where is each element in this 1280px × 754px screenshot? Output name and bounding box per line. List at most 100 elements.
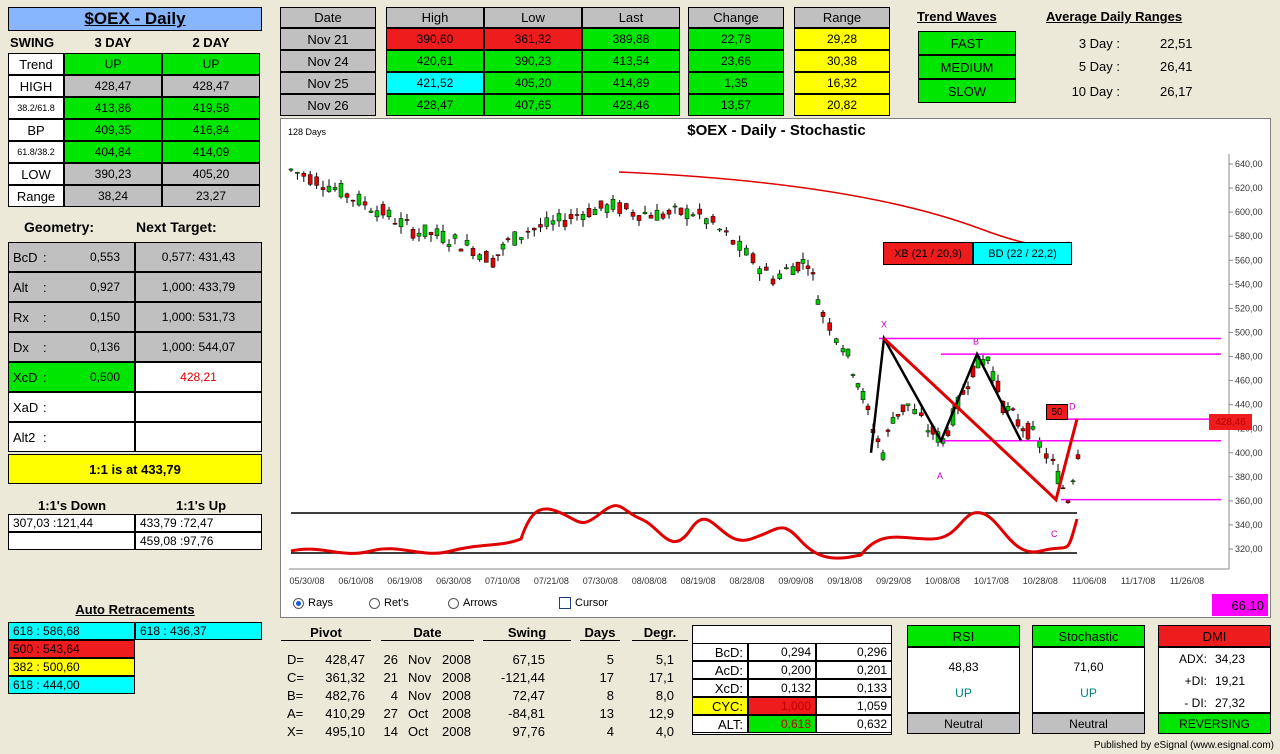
time-degrees: 0,296: [816, 643, 892, 661]
y-tick-label: 500,00: [1235, 327, 1263, 337]
rsi-header: RSI: [907, 625, 1020, 647]
wave-slow[interactable]: SLOW: [918, 79, 1016, 103]
pivot-month: Oct: [408, 723, 429, 739]
time-days: 0,294: [748, 643, 816, 661]
candle-body: [919, 412, 924, 416]
y-tick-label: 460,00: [1235, 376, 1263, 386]
wave-medium[interactable]: MEDIUM: [918, 55, 1016, 79]
candle-body: [338, 183, 344, 198]
pivot-value: 428,47: [325, 651, 365, 667]
pivot-days: 13: [599, 705, 614, 721]
time-label: ALT:: [692, 715, 748, 733]
geometry-target: [135, 422, 262, 452]
candle-body: [805, 265, 811, 269]
pivot-value: 410,29: [325, 705, 365, 721]
geometry-target: 1,000: 433,79: [135, 272, 262, 302]
wave-fast[interactable]: FAST: [918, 31, 1016, 55]
swing-2day-value: 414,09: [162, 141, 260, 163]
candle-body: [556, 213, 562, 222]
swing-3day-value: 38,24: [64, 185, 162, 207]
pivot-days: 8: [606, 687, 614, 703]
candle-body: [344, 193, 350, 198]
cursor-checkbox[interactable]: Cursor: [555, 597, 608, 609]
time-days: 0,200: [748, 661, 816, 679]
candle-body: [757, 268, 762, 275]
y-tick-label: 540,00: [1235, 279, 1263, 289]
geometry-label: Alt: [13, 279, 29, 295]
swing-row-label: BP: [8, 119, 64, 141]
time-degrees: 1,059: [816, 697, 892, 715]
y-tick-label: 480,00: [1235, 352, 1263, 362]
time-degrees: 0,201: [816, 661, 892, 679]
pivot-day: 26: [383, 651, 398, 667]
candle-body: [374, 210, 380, 218]
swing-2day-value: 428,47: [162, 75, 260, 97]
y-tick-label: 400,00: [1235, 448, 1263, 458]
x-tick-label: 10/28/08: [1023, 576, 1058, 586]
time-label: XcD:: [692, 679, 748, 697]
candle-body: [1044, 453, 1049, 459]
date-cell: Nov 24: [280, 50, 376, 72]
candle-body: [422, 224, 428, 237]
radio-rays[interactable]: Rays: [289, 597, 333, 609]
swing-row-label: LOW: [8, 163, 64, 185]
geometry-target: 428,21: [135, 362, 262, 392]
pivot-label: A=: [287, 705, 304, 721]
dmi-body: ADX: 34,23 +DI: 19,21 - DI: 27,32: [1158, 647, 1271, 713]
price-chart[interactable]: 640,00 620,00 600,00 580,00 560,00 540,00 520,…: [281, 119, 1272, 619]
pivot-days: 4: [606, 723, 614, 739]
dmi-header: DMI: [1158, 625, 1271, 647]
radio-arrows[interactable]: Arrows: [444, 597, 497, 609]
pivot-days: 5: [606, 651, 614, 667]
pivot-swing: -84,81: [508, 705, 545, 721]
candle-body: [1020, 428, 1026, 432]
candle-body: [1015, 419, 1021, 427]
adr-5day-label: 5 Day :: [1078, 59, 1120, 74]
candle-body: [307, 174, 313, 185]
stoch-direction: UP: [1080, 686, 1097, 700]
geometry-value: 0,150: [89, 310, 120, 324]
candle-body: [777, 273, 782, 279]
candle-body: [990, 371, 996, 381]
pattern-point-label: X: [881, 320, 887, 330]
x-tick-label: 08/28/08: [729, 576, 764, 586]
geometry-row: Alt: 0,927: [8, 272, 135, 302]
ones-down-header: 1:1's Down: [38, 498, 107, 513]
auto-ret-right-1: 618 : 436,37: [135, 622, 262, 640]
quote-cell: 428,47: [386, 94, 484, 116]
quote-cell: 414,89: [582, 72, 680, 94]
quote-cell: 407,65: [484, 94, 582, 116]
geometry-header: Geometry:: [24, 219, 95, 235]
candle-body: [386, 209, 392, 218]
swing-3day-value: 390,23: [64, 163, 162, 185]
candle-body: [820, 311, 826, 317]
candle-body: [392, 223, 398, 225]
change-header: Change: [688, 7, 784, 28]
x-tick-label: 07/10/08: [485, 576, 520, 586]
candle-body: [464, 239, 470, 246]
candle-body: [730, 240, 736, 245]
quote-cell: 428,46: [582, 94, 680, 116]
y-tick-label: 640,00: [1235, 159, 1263, 169]
x-tick-label: 10/17/08: [974, 576, 1009, 586]
candle-body: [850, 374, 856, 376]
change-cell: 23,66: [688, 50, 784, 72]
swing-2day-value: 416,84: [162, 119, 260, 141]
geometry-label: Dx: [13, 339, 29, 355]
chart-panel[interactable]: 640,00 620,00 600,00 580,00 560,00 540,00 520,…: [280, 118, 1271, 618]
radio-rets[interactable]: Ret's: [365, 597, 409, 609]
candle-body: [630, 212, 636, 217]
pivot-label: X=: [287, 723, 304, 739]
candle-body: [1070, 480, 1076, 483]
pivot-header: Swing: [483, 625, 571, 641]
range-header: Range: [794, 7, 890, 28]
geometry-row: Rx: 0,150: [8, 302, 135, 332]
range-cell: 20,82: [794, 94, 890, 116]
geometry-row: Dx: 0,136: [8, 332, 135, 362]
time-label: BcD:: [692, 643, 748, 661]
candle-body: [750, 253, 756, 264]
candle-body: [538, 224, 543, 228]
geometry-row: BcD: 0,553: [8, 242, 135, 272]
candle-body: [368, 210, 374, 213]
pivot-day: 14: [383, 723, 398, 739]
